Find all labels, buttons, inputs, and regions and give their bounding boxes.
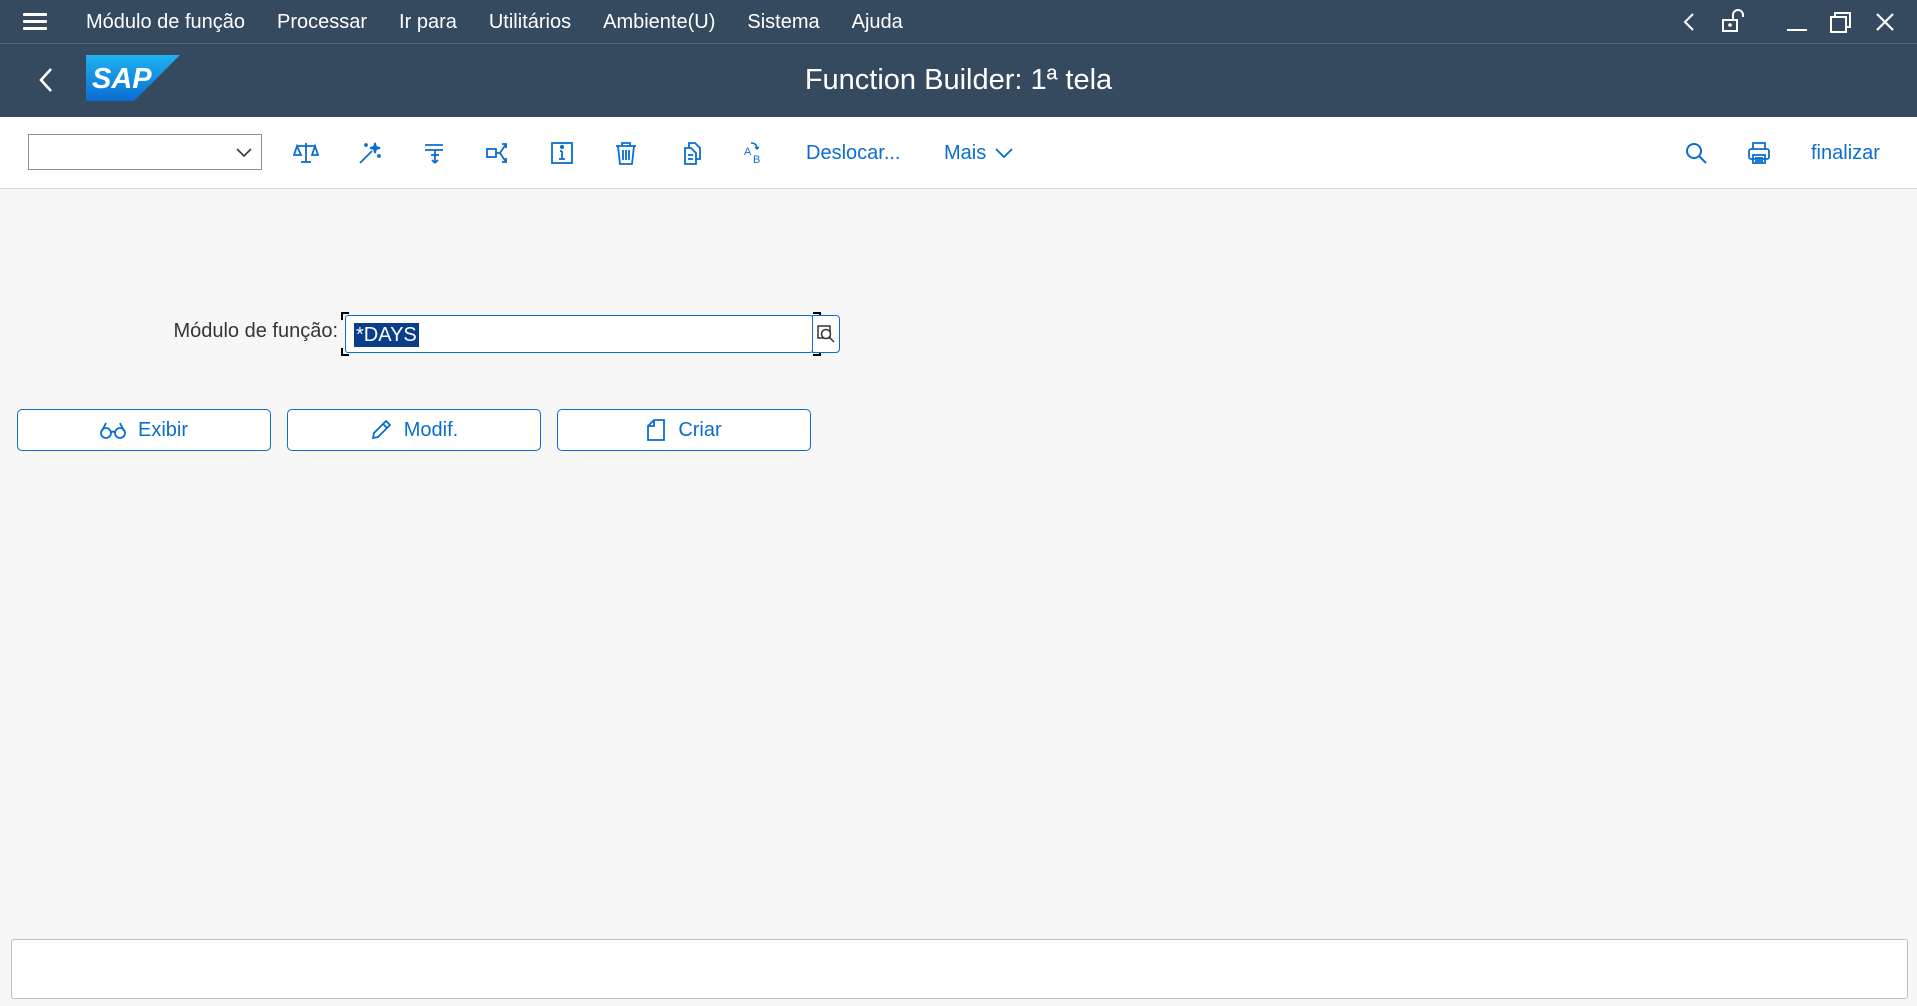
more-button[interactable]: Mais: [944, 134, 1014, 172]
focus-corner: [341, 348, 349, 356]
redirect-icon[interactable]: [478, 134, 518, 172]
minimize-icon[interactable]: [1775, 0, 1819, 44]
status-bar: [11, 939, 1908, 999]
where-used-icon[interactable]: [414, 134, 454, 172]
sap-logo: SAP: [86, 55, 180, 106]
copy-icon[interactable]: [670, 134, 710, 172]
collapse-chevron-left-icon[interactable]: [1667, 0, 1711, 44]
new-document-icon: [647, 419, 666, 441]
close-icon[interactable]: [1863, 0, 1907, 44]
change-button[interactable]: Modif.: [287, 409, 541, 451]
svg-text:A: A: [744, 146, 752, 158]
okcode-dropdown[interactable]: [28, 134, 262, 170]
svg-text:B: B: [753, 154, 760, 166]
function-module-input[interactable]: *DAYS: [345, 315, 813, 353]
menu-sistema[interactable]: Sistema: [731, 0, 835, 44]
more-label: Mais: [944, 142, 987, 164]
unlock-icon[interactable]: [1711, 0, 1755, 44]
search-icon[interactable]: [1676, 134, 1716, 172]
glasses-icon: [100, 422, 126, 439]
function-module-input-value: *DAYS: [354, 323, 419, 347]
rename-icon[interactable]: A B: [734, 134, 774, 172]
balance-scale-icon[interactable]: [286, 134, 326, 172]
hamburger-menu-icon[interactable]: [0, 0, 70, 44]
menu-modulo-de-funcao[interactable]: Módulo de função: [70, 0, 261, 44]
menu-utilitarios[interactable]: Utilitários: [473, 0, 587, 44]
page-title: Function Builder: 1ª tela: [804, 64, 1113, 96]
shell-header: SAP Function Builder: 1ª tela: [0, 44, 1917, 117]
function-module-label: Módulo de função:: [173, 320, 338, 342]
value-help-icon: [817, 325, 835, 343]
menu-bar: Módulo de função Processar Ir para Utili…: [0, 0, 1917, 44]
print-icon[interactable]: [1739, 134, 1779, 172]
menu-ir-para[interactable]: Ir para: [383, 0, 473, 44]
back-icon[interactable]: [24, 58, 68, 102]
chevron-down-icon: [995, 148, 1013, 159]
svg-text:SAP: SAP: [92, 63, 152, 95]
application-toolbar: A B Deslocar... Mais finalizar: [0, 117, 1917, 189]
create-button[interactable]: Criar: [557, 409, 811, 451]
create-button-label: Criar: [678, 418, 722, 441]
focus-corner: [341, 312, 349, 320]
function-module-field: *DAYS: [341, 312, 821, 356]
magic-wand-icon[interactable]: [350, 134, 390, 172]
pencil-icon: [371, 419, 392, 440]
finish-button[interactable]: finalizar: [1811, 134, 1880, 172]
restore-icon[interactable]: [1819, 0, 1863, 44]
display-button[interactable]: Exibir: [17, 409, 271, 451]
menu-ambiente[interactable]: Ambiente(U): [587, 0, 731, 44]
info-icon[interactable]: [542, 134, 582, 172]
delete-icon[interactable]: [606, 134, 646, 172]
move-button[interactable]: Deslocar...: [806, 134, 900, 172]
menu-processar[interactable]: Processar: [261, 0, 383, 44]
menu-ajuda[interactable]: Ajuda: [836, 0, 919, 44]
change-button-label: Modif.: [403, 418, 459, 441]
display-button-label: Exibir: [137, 418, 188, 441]
chevron-down-icon: [236, 148, 252, 158]
value-help-button[interactable]: [812, 315, 840, 353]
